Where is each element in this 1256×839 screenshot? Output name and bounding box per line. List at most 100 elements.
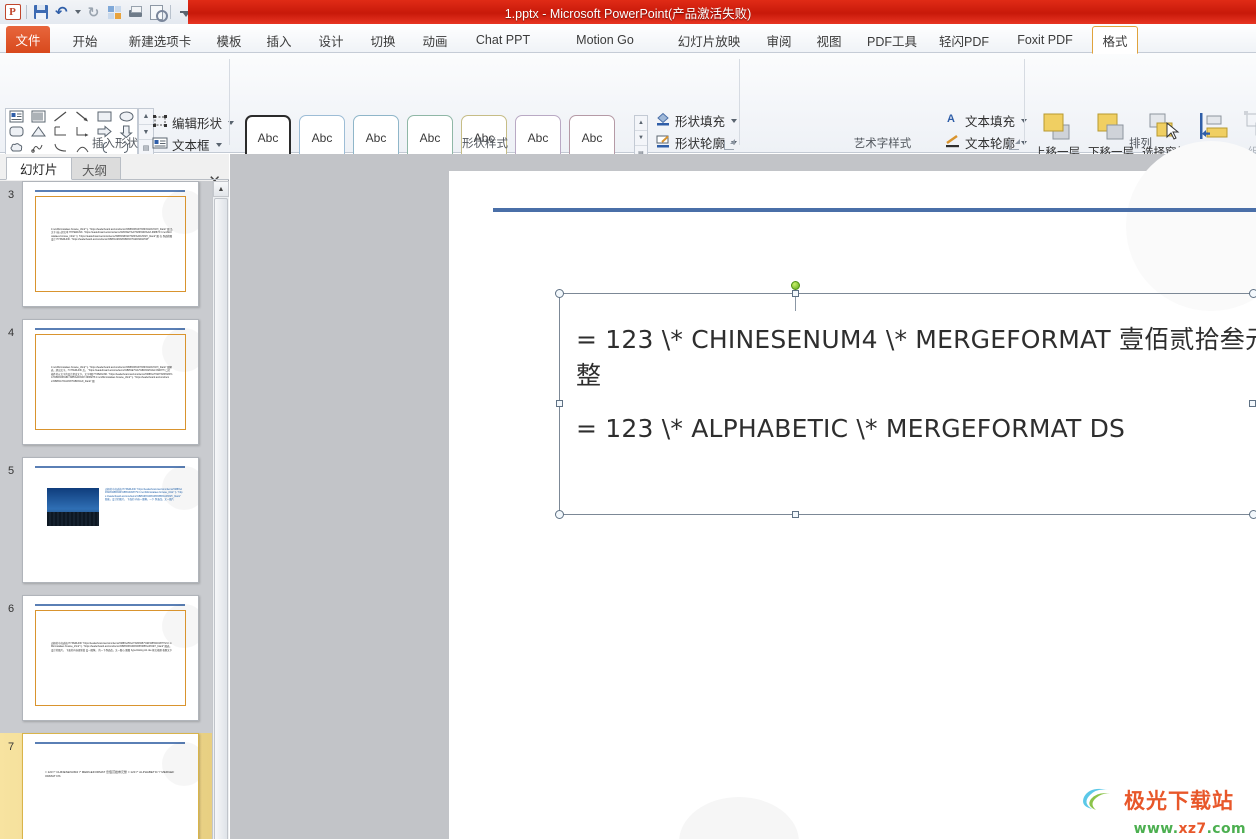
edit-shape-button[interactable]: 编辑形状 xyxy=(152,113,235,132)
resize-handle-bottom-center[interactable] xyxy=(792,511,799,518)
thumb-accent-line xyxy=(35,328,185,330)
ribbon-tab-strip: 文件 开始 新建选项卡 模板 插入 设计 切换 动画 Chat PPT Motion Go 幻灯片放… xyxy=(0,24,1256,54)
slide-thumbnail-preview[interactable]: 边框的中亮表格 HYPERLINK "https://leaderboard.a… xyxy=(22,457,199,583)
print-preview-icon[interactable] xyxy=(147,3,168,22)
ribbon-tab-1[interactable]: 开始 xyxy=(62,27,108,53)
slide-thumbnail-preview[interactable]: 1=emMicrosialaes browse_trlink" \). "htt… xyxy=(22,181,199,307)
ribbon-tab-11[interactable]: 审阅 xyxy=(756,27,802,53)
save-icon[interactable] xyxy=(31,3,50,22)
ribbon-tab-2[interactable]: 新建选项卡 xyxy=(116,27,204,53)
ribbon-tab-12[interactable]: 视图 xyxy=(806,27,852,53)
thumb-text: 边框的中亮表格 HYPERLINK "https://leaderboard.a… xyxy=(51,642,173,652)
resize-handle-top-left[interactable] xyxy=(555,289,564,298)
resize-handle-bottom-right[interactable] xyxy=(1249,510,1256,519)
redo-icon[interactable]: ↻ xyxy=(84,3,103,22)
powerpoint-logo-icon[interactable]: P xyxy=(3,3,22,22)
edit-shape-icon xyxy=(152,114,168,131)
watermark-name: 极光下载站 xyxy=(1124,789,1234,813)
undo-dropdown-icon[interactable] xyxy=(73,3,82,22)
current-slide-canvas[interactable]: = 123 \* CHINESENUM4 \* MERGEFORMAT 壹佰贰拾… xyxy=(449,141,1256,839)
thumb-image xyxy=(47,488,99,526)
thumb-decor-circle xyxy=(162,742,198,786)
slide-thumbnail-list[interactable]: 3 1=emMicrosialaes browse_trlink" \). "ht… xyxy=(0,181,212,839)
ribbon-tab-9[interactable]: Motion Go xyxy=(564,27,646,53)
slide-panel-scrollbar[interactable]: ▲ xyxy=(212,181,229,839)
slide-editing-area[interactable]: = 123 \* CHINESENUM4 \* MERGEFORMAT 壹佰贰拾… xyxy=(230,141,1256,839)
textbox-content[interactable]: = 123 \* CHINESENUM4 \* MERGEFORMAT 壹佰贰拾… xyxy=(560,294,1256,447)
undo-icon[interactable]: ↷ xyxy=(52,3,71,22)
shape-text-box-icon[interactable] xyxy=(9,110,24,123)
ribbon-tab-10[interactable]: 幻灯片放映 xyxy=(666,27,752,53)
shape-style-scroll-up-icon[interactable]: ▲ xyxy=(635,116,647,131)
watermark-brand: 极光下载站 xyxy=(1078,785,1248,818)
slide-decor-circle-2 xyxy=(679,797,799,839)
resize-handle-middle-right[interactable] xyxy=(1249,400,1256,407)
title-bar-background: 1.pptx - Microsoft PowerPoint(产品激活失败) 绘图… xyxy=(188,0,1256,24)
watermark-url-prefix: www. xyxy=(1133,821,1179,837)
print-icon[interactable] xyxy=(126,3,145,22)
ribbon-tab-4[interactable]: 插入 xyxy=(256,27,302,53)
slide-number: 6 xyxy=(7,603,15,615)
tab-outline[interactable]: 大纲 xyxy=(68,157,122,180)
ribbon-tab-7[interactable]: 动画 xyxy=(412,27,458,53)
slide-number: 3 xyxy=(7,189,15,201)
thumb-accent-line xyxy=(35,190,185,192)
slide-thumbnail-5[interactable]: 5 边框的中亮表格 HYPERLINK "https://leaderboard.… xyxy=(0,457,212,594)
resize-handle-top-right[interactable] xyxy=(1249,289,1256,298)
panel-tab-strip: 幻灯片 大纲 ✕ xyxy=(0,154,229,189)
text-fill-label: 文本填充 xyxy=(965,115,1016,129)
slide-thumbnail-7[interactable]: 7 = 123 \* CHINESENUM4 \* MERGEFORMAT 壹佰贰… xyxy=(0,733,212,839)
edit-shape-label: 编辑形状 xyxy=(172,117,223,131)
ribbon-tab-3[interactable]: 模板 xyxy=(206,27,252,53)
ribbon-group-insert-shapes: ▲ ▼ ▤ 编辑形状 文本框 插入形状 xyxy=(0,53,235,156)
slide-thumbnail-preview[interactable]: = 123 \* CHINESENUM4 \* MERGEFORMAT 壹佰贰拾… xyxy=(22,733,199,839)
powerpoint-window: P ↷ ↻ 1.pptx - Microsoft PowerPoint(产品激活… xyxy=(0,0,1256,839)
ribbon-tab-8[interactable]: Chat PPT xyxy=(466,27,540,53)
selected-textbox[interactable]: = 123 \* CHINESENUM4 \* MERGEFORMAT 壹佰贰拾… xyxy=(559,293,1256,515)
textbox-line-2: = 123 \* ALPHABETIC \* MERGEFORMAT DS xyxy=(576,413,1126,443)
watermark-url-mid: xz7 xyxy=(1178,821,1207,837)
shape-vertical-text-icon[interactable] xyxy=(31,110,46,123)
layout-icon[interactable] xyxy=(105,3,124,22)
shape-arrow-icon[interactable] xyxy=(75,110,90,123)
ribbon-tab-15[interactable]: Foxit PDF xyxy=(1004,27,1086,53)
shape-rectangle-icon[interactable] xyxy=(97,110,112,123)
ribbon-tab-14[interactable]: 轻闪PDF xyxy=(930,27,998,53)
resize-handle-middle-left[interactable] xyxy=(556,400,563,407)
ribbon-tab-13[interactable]: PDF工具 xyxy=(858,27,926,53)
shape-oval-icon[interactable] xyxy=(119,110,134,123)
shape-styles-dialog-launcher[interactable] xyxy=(724,139,735,150)
watermark: 极光下载站 www.xz7.com xyxy=(1078,785,1248,837)
slide-decor-circle xyxy=(1126,141,1256,311)
shape-fill-chevron-down-icon[interactable] xyxy=(731,118,738,123)
shape-fill-button[interactable]: 形状填充 xyxy=(655,111,738,130)
resize-handle-top-center[interactable] xyxy=(792,290,799,297)
shape-line-icon[interactable] xyxy=(53,110,68,123)
shapes-scroll-up-icon[interactable]: ▲ xyxy=(139,109,153,125)
text-fill-button[interactable]: A 文本填充 xyxy=(945,111,1028,130)
ribbon-tab-6[interactable]: 切换 xyxy=(360,27,406,53)
slide-number: 7 xyxy=(7,741,15,753)
thumb-accent-line xyxy=(35,604,185,606)
slide-thumbnail-preview[interactable]: 边框的中亮表格 HYPERLINK "https://leaderboard.a… xyxy=(22,595,199,721)
slide-number: 4 xyxy=(7,327,15,339)
ribbon-group-shape-styles: AbcAbcAbcAbcAbcAbcAbc ▲ ▼ ▤ 形状填充 形状轮廓 xyxy=(230,53,740,173)
slide-thumbnail-6[interactable]: 6 边框的中亮表格 HYPERLINK "https://leaderboard.… xyxy=(0,595,212,732)
svg-text:A: A xyxy=(947,113,955,125)
scrollbar-track-upper[interactable] xyxy=(214,198,228,839)
wordart-dialog-launcher[interactable] xyxy=(1009,139,1020,150)
tab-slides[interactable]: 幻灯片 xyxy=(6,157,72,180)
wordart-styles-group-label: 艺术字样式 xyxy=(853,138,912,150)
thumb-accent-line xyxy=(35,466,185,468)
ribbon-tab-16[interactable]: 格式 xyxy=(1092,26,1138,54)
slide-thumbnail-preview[interactable]: 1=emMicrosialaes browse_trlink" \). "htt… xyxy=(22,319,199,445)
resize-handle-bottom-left[interactable] xyxy=(555,510,564,519)
scroll-up-icon[interactable]: ▲ xyxy=(213,181,229,197)
rotation-handle[interactable] xyxy=(791,281,800,290)
ribbon-tab-0[interactable]: 文件 xyxy=(6,26,50,53)
slide-thumbnail-4[interactable]: 4 1=emMicrosialaes browse_trlink" \). "ht… xyxy=(0,319,212,456)
ribbon-tab-5[interactable]: 设计 xyxy=(308,27,354,53)
ribbon-group-arrange: 上移一层 下移一层 选择窗格 对齐 xyxy=(1025,53,1256,168)
slide-thumbnail-3[interactable]: 3 1=emMicrosialaes browse_trlink" \). "ht… xyxy=(0,181,212,318)
thumb-text: 1=emMicrosialaes browse_trlink" \). "htt… xyxy=(51,228,173,242)
